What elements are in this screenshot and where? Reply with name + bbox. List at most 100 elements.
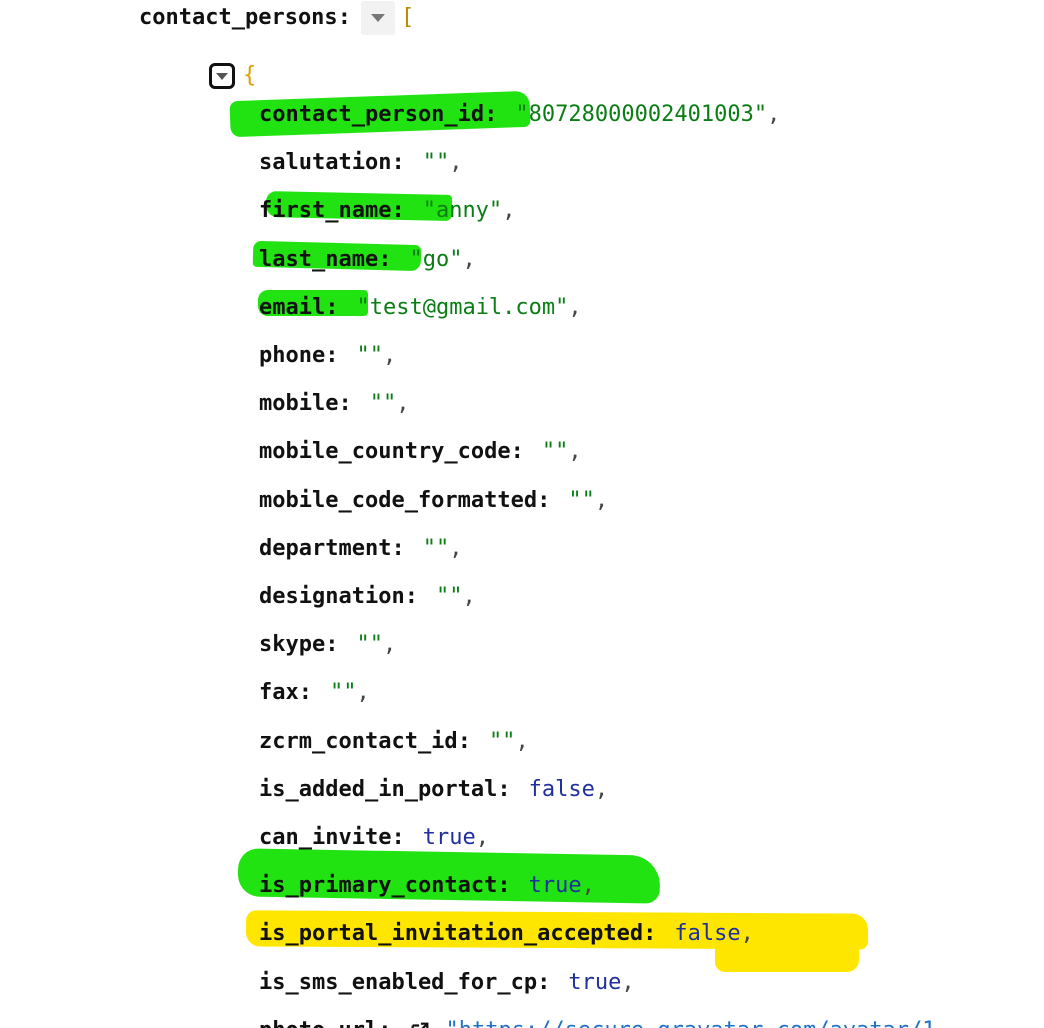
field-row-photo-url: photo_url: "https://secure.gravatar.com/a…: [259, 1016, 936, 1028]
object-open-line: {: [209, 61, 256, 91]
field-value: "": [488, 729, 516, 754]
field-row-phone: phone: "",: [259, 341, 396, 371]
field-key: designation: [259, 584, 405, 609]
field-key: mobile_country_code: [259, 439, 511, 464]
field-key: mobile: [259, 391, 339, 416]
external-link-icon[interactable]: [409, 1020, 431, 1028]
field-comma: ,: [621, 970, 635, 995]
field-colon: :: [537, 488, 551, 513]
field-comma: ,: [594, 488, 609, 513]
field-row-is-sms-enabled-for-cp: is_sms_enabled_for_cp: true,: [259, 968, 635, 998]
field-row-designation: designation: "",: [259, 582, 476, 612]
field-row-first-name: first_name: "anny",: [259, 196, 515, 226]
field-row-last-name: last_name: "go",: [259, 245, 476, 275]
field-row-is-added-in-portal: is_added_in_portal: false,: [259, 775, 608, 805]
triangle-down-icon: [370, 14, 385, 22]
field-comma: ,: [449, 536, 463, 561]
field-comma: ,: [740, 921, 754, 946]
field-colon: :: [391, 536, 405, 561]
field-comma: ,: [382, 343, 397, 368]
field-comma: ,: [462, 584, 476, 609]
field-colon: :: [378, 1016, 391, 1028]
field-key: zcrm_contact_id: [259, 729, 458, 754]
triangle-down-icon: [216, 72, 228, 80]
field-key: fax: [259, 680, 299, 705]
field-colon: :: [484, 102, 498, 127]
field-value: false: [674, 921, 741, 946]
field-row-can-invite: can_invite: true,: [259, 823, 489, 853]
field-colon: :: [391, 825, 405, 850]
field-comma: ,: [502, 198, 516, 223]
field-value: "": [330, 680, 357, 705]
field-key: is_portal_invitation_accepted: [259, 921, 644, 946]
field-key: first_name: [259, 198, 392, 223]
object-open-brace: {: [243, 63, 257, 88]
field-value: true: [528, 873, 582, 898]
collapse-contact-persons-toggle[interactable]: [360, 1, 395, 35]
field-comma: ,: [475, 825, 489, 850]
field-key: salutation: [259, 150, 392, 175]
field-key: mobile_code_formatted: [259, 488, 538, 513]
field-comma: ,: [568, 439, 582, 464]
root-key-line: contact_persons : [: [139, 1, 415, 35]
field-value: "anny": [422, 198, 503, 223]
field-colon: :: [510, 439, 524, 464]
field-value: "": [568, 488, 595, 513]
field-key: can_invite: [259, 825, 392, 850]
field-comma: ,: [396, 391, 410, 416]
field-colon: :: [643, 921, 657, 946]
field-value: "": [422, 150, 450, 175]
field-row-mobile: mobile: "",: [259, 389, 409, 419]
field-value: "": [356, 343, 383, 368]
field-row-fax: fax: "",: [259, 678, 370, 708]
field-row-contact-person-id: contact_person_id: "80728000002401003",: [259, 100, 780, 130]
field-comma: ,: [568, 295, 582, 320]
field-value: "80728000002401003": [515, 102, 768, 127]
field-key: last_name: [259, 247, 379, 272]
field-value: "test@gmail.com": [356, 295, 569, 320]
field-key: skype: [259, 632, 326, 657]
field-comma: ,: [462, 247, 476, 272]
field-value: "": [356, 632, 383, 657]
field-colon: :: [537, 970, 551, 995]
field-row-zcrm-contact-id: zcrm_contact_id: "",: [259, 727, 529, 757]
field-comma: ,: [594, 777, 609, 802]
field-value-link[interactable]: "https://secure.gravatar.com/avatar/1: [445, 1016, 935, 1028]
field-comma: ,: [356, 680, 370, 705]
field-value: "": [369, 391, 397, 416]
field-key: email: [259, 295, 326, 320]
field-comma: ,: [382, 632, 397, 657]
field-key: contact_person_id: [259, 102, 485, 127]
field-row-is-primary-contact: is_primary_contact: true,: [259, 871, 595, 901]
field-colon: :: [325, 295, 339, 320]
field-key: is_primary_contact: [259, 873, 498, 898]
field-key: photo_url: [259, 1016, 378, 1028]
field-value: "": [435, 584, 463, 609]
field-colon: :: [391, 150, 405, 175]
collapse-object-toggle[interactable]: [209, 63, 235, 89]
field-comma: ,: [581, 873, 595, 898]
field-key: is_sms_enabled_for_cp: [259, 970, 538, 995]
field-key: department: [259, 536, 392, 561]
array-open-bracket: [: [400, 5, 415, 30]
root-key: contact_persons: [139, 5, 338, 30]
field-value: true: [568, 970, 622, 995]
field-key: is_added_in_portal: [259, 777, 498, 802]
field-row-mobile-code-formatted: mobile_code_formatted: "",: [259, 486, 608, 516]
field-row-mobile-country-code: mobile_country_code: "",: [259, 437, 582, 467]
field-value: "go": [409, 247, 463, 272]
field-colon: :: [404, 584, 418, 609]
field-colon: :: [338, 391, 352, 416]
field-comma: ,: [515, 729, 529, 754]
field-comma: ,: [767, 102, 781, 127]
field-colon: :: [391, 198, 405, 223]
field-row-department: department: "",: [259, 534, 462, 564]
field-row-salutation: salutation: "",: [259, 148, 462, 178]
field-colon: :: [497, 777, 511, 802]
field-colon: :: [378, 247, 392, 272]
field-value: "": [541, 439, 569, 464]
field-comma: ,: [449, 150, 463, 175]
field-value: "": [422, 536, 450, 561]
field-colon: :: [325, 632, 339, 657]
field-colon: :: [298, 680, 312, 705]
